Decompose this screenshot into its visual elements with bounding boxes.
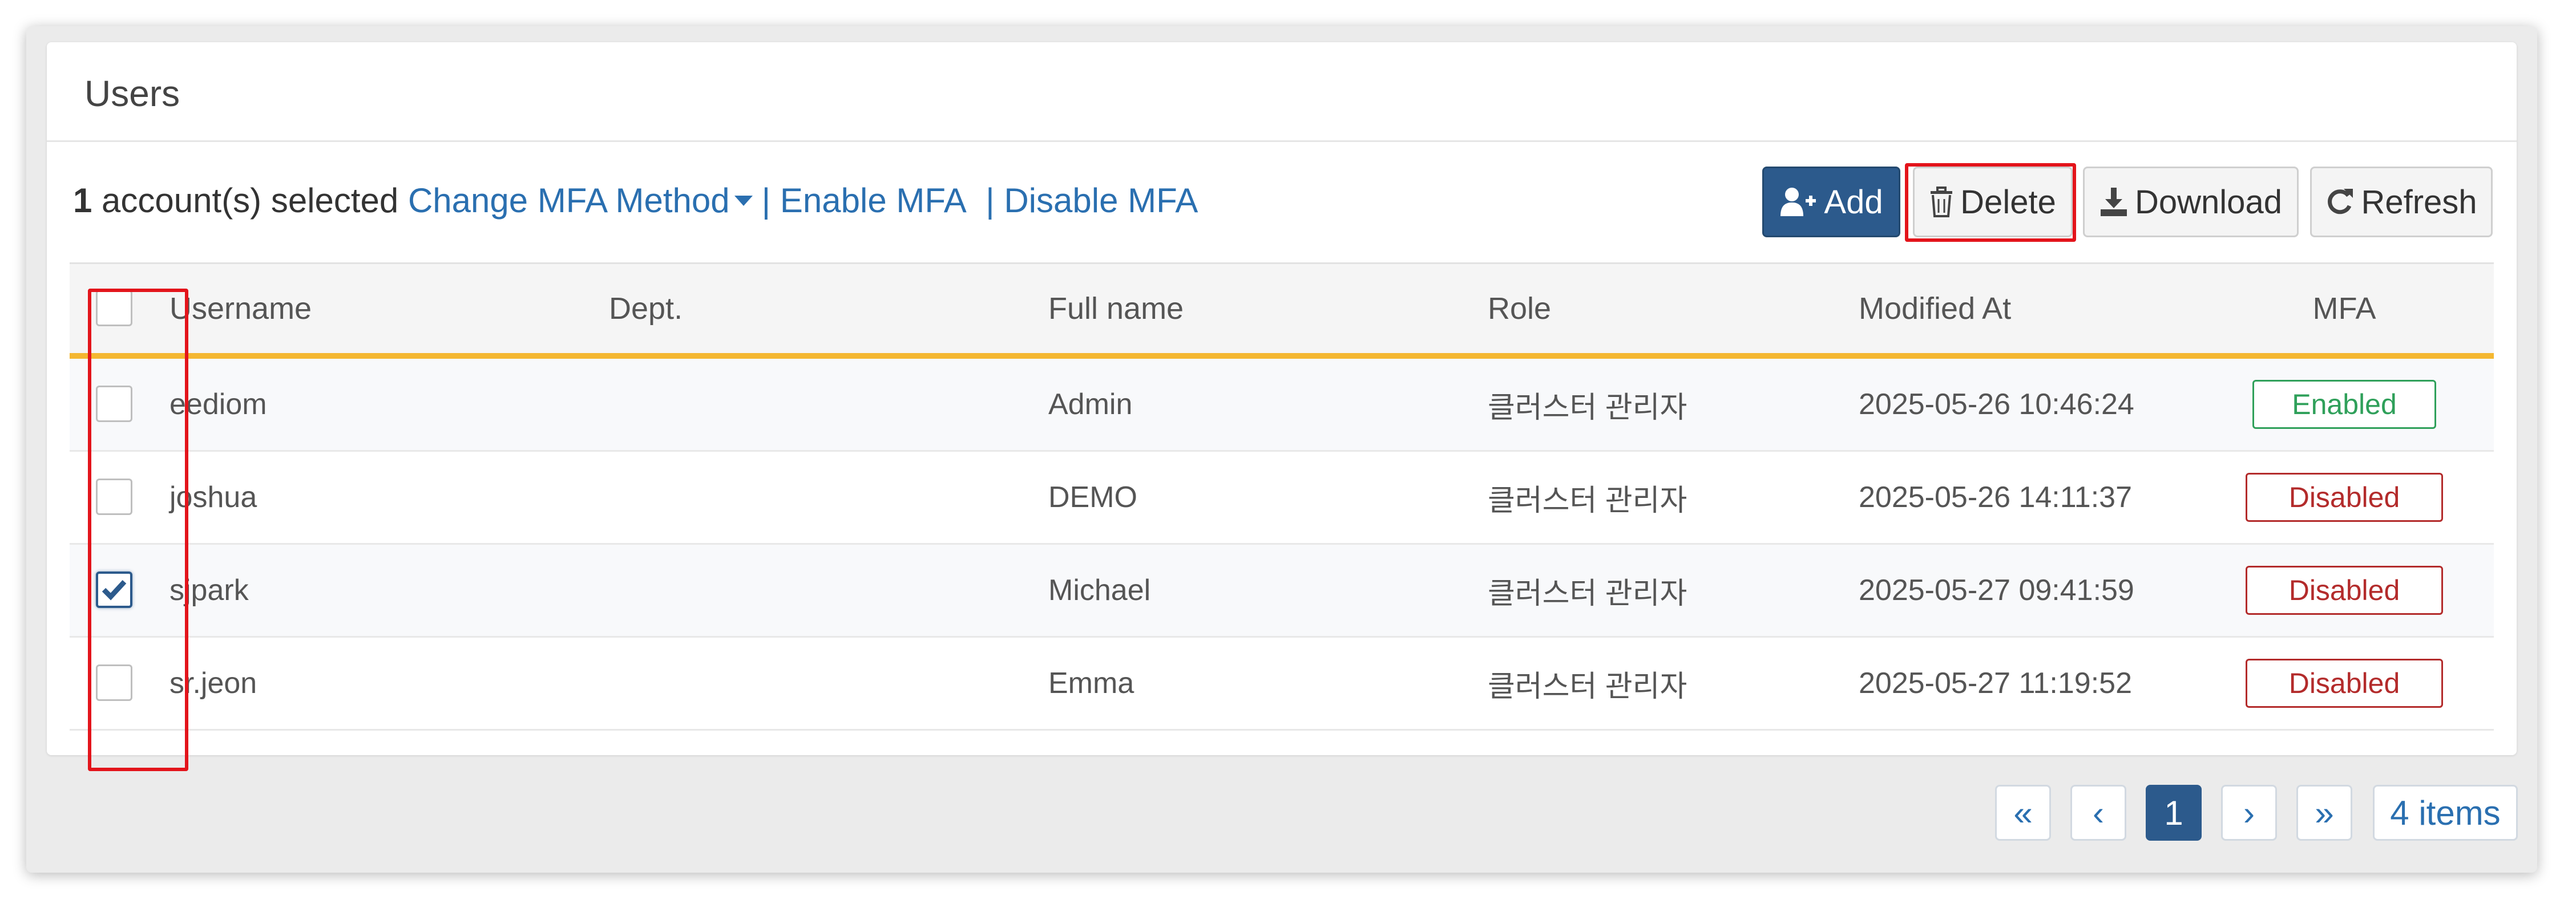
refresh-button-label: Refresh [2361,183,2477,221]
user-plus-icon [1780,188,1816,216]
column-header-mfa[interactable]: MFA [2236,264,2453,353]
caret-down-icon[interactable] [734,196,753,206]
table-row[interactable]: sr.jeon Emma 클러스터 관리자 2025-05-27 11:19:5… [70,638,2494,731]
mfa-cell: Enabled [2236,359,2453,450]
add-user-button[interactable]: Add [1762,167,1900,237]
download-button[interactable]: Download [2083,167,2299,237]
panel-header: Users [47,42,2517,142]
previous-page-button[interactable]: ‹ [2070,785,2126,841]
last-page-button[interactable]: » [2296,785,2352,841]
users-panel: Users 1 account(s) selected Change MFA M… [47,42,2517,771]
mfa-status-badge: Enabled [2252,380,2436,429]
selected-text: account(s) selected [92,181,408,220]
column-header-dept[interactable]: Dept. [609,264,683,353]
download-icon [2101,188,2127,216]
refresh-icon [2328,189,2353,214]
mfa-status-badge: Disabled [2246,473,2443,522]
row-checkbox[interactable] [96,664,132,701]
checkmark-icon [102,579,127,601]
add-button-label: Add [1824,183,1883,221]
username-cell: joshua [169,481,257,514]
row-checkbox[interactable] [96,479,132,515]
enable-mfa-link[interactable]: | Enable MFA [762,181,967,220]
full-name-cell: Emma [1048,667,1134,700]
mfa-status-badge: Disabled [2246,659,2443,708]
page-title: Users [84,73,180,114]
delete-button-label: Delete [1960,183,2056,221]
column-header-full-name[interactable]: Full name [1048,264,1184,353]
mfa-cell: Disabled [2236,545,2453,636]
users-window: Users 1 account(s) selected Change MFA M… [26,26,2537,873]
change-mfa-method-link[interactable]: Change MFA Method [408,181,730,220]
username-cell: eediom [169,388,267,421]
disable-mfa-link[interactable]: | Disable MFA [986,181,1198,220]
column-header-role[interactable]: Role [1488,264,1551,353]
row-checkbox[interactable] [96,386,132,422]
modified-at-cell: 2025-05-26 10:46:24 [1859,388,2134,421]
page-1-button[interactable]: 1 [2146,785,2202,841]
table-row[interactable]: joshua DEMO 클러스터 관리자 2025-05-26 14:11:37… [70,452,2494,545]
delete-button[interactable]: Delete [1913,167,2073,237]
next-page-button[interactable]: › [2221,785,2277,841]
role-cell: 클러스터 관리자 [1488,670,1687,703]
users-table: Username Dept. Full name Role Modified A… [70,262,2494,731]
row-checkbox[interactable] [96,571,132,608]
table-row[interactable]: eediom Admin 클러스터 관리자 2025-05-26 10:46:2… [70,359,2494,452]
role-cell: 클러스터 관리자 [1488,484,1687,517]
select-all-checkbox[interactable] [96,290,132,326]
modified-at-cell: 2025-05-27 11:19:52 [1859,667,2132,700]
column-header-modified-at[interactable]: Modified At [1859,264,2011,353]
role-cell: 클러스터 관리자 [1488,577,1687,610]
download-button-label: Download [2135,183,2282,221]
table-header: Username Dept. Full name Role Modified A… [70,262,2494,359]
mfa-status-badge: Disabled [2246,566,2443,615]
column-header-username[interactable]: Username [169,264,312,353]
modified-at-cell: 2025-05-27 09:41:59 [1859,574,2134,607]
username-cell: sjpark [169,574,249,607]
first-page-button[interactable]: « [1995,785,2051,841]
table-row[interactable]: sjpark Michael 클러스터 관리자 2025-05-27 09:41… [70,545,2494,638]
selected-count: 1 [73,181,92,220]
selection-bar: 1 account(s) selected Change MFA Method |… [73,178,1198,224]
mfa-cell: Disabled [2236,452,2453,543]
mfa-cell: Disabled [2236,638,2453,729]
username-cell: sr.jeon [169,667,257,700]
role-cell: 클러스터 관리자 [1488,391,1687,424]
trash-icon [1931,187,1953,217]
full-name-cell: DEMO [1048,481,1137,514]
items-count: 4 items [2373,785,2518,841]
full-name-cell: Michael [1048,574,1151,607]
refresh-button[interactable]: Refresh [2310,167,2493,237]
modified-at-cell: 2025-05-26 14:11:37 [1859,481,2132,514]
full-name-cell: Admin [1048,388,1133,421]
